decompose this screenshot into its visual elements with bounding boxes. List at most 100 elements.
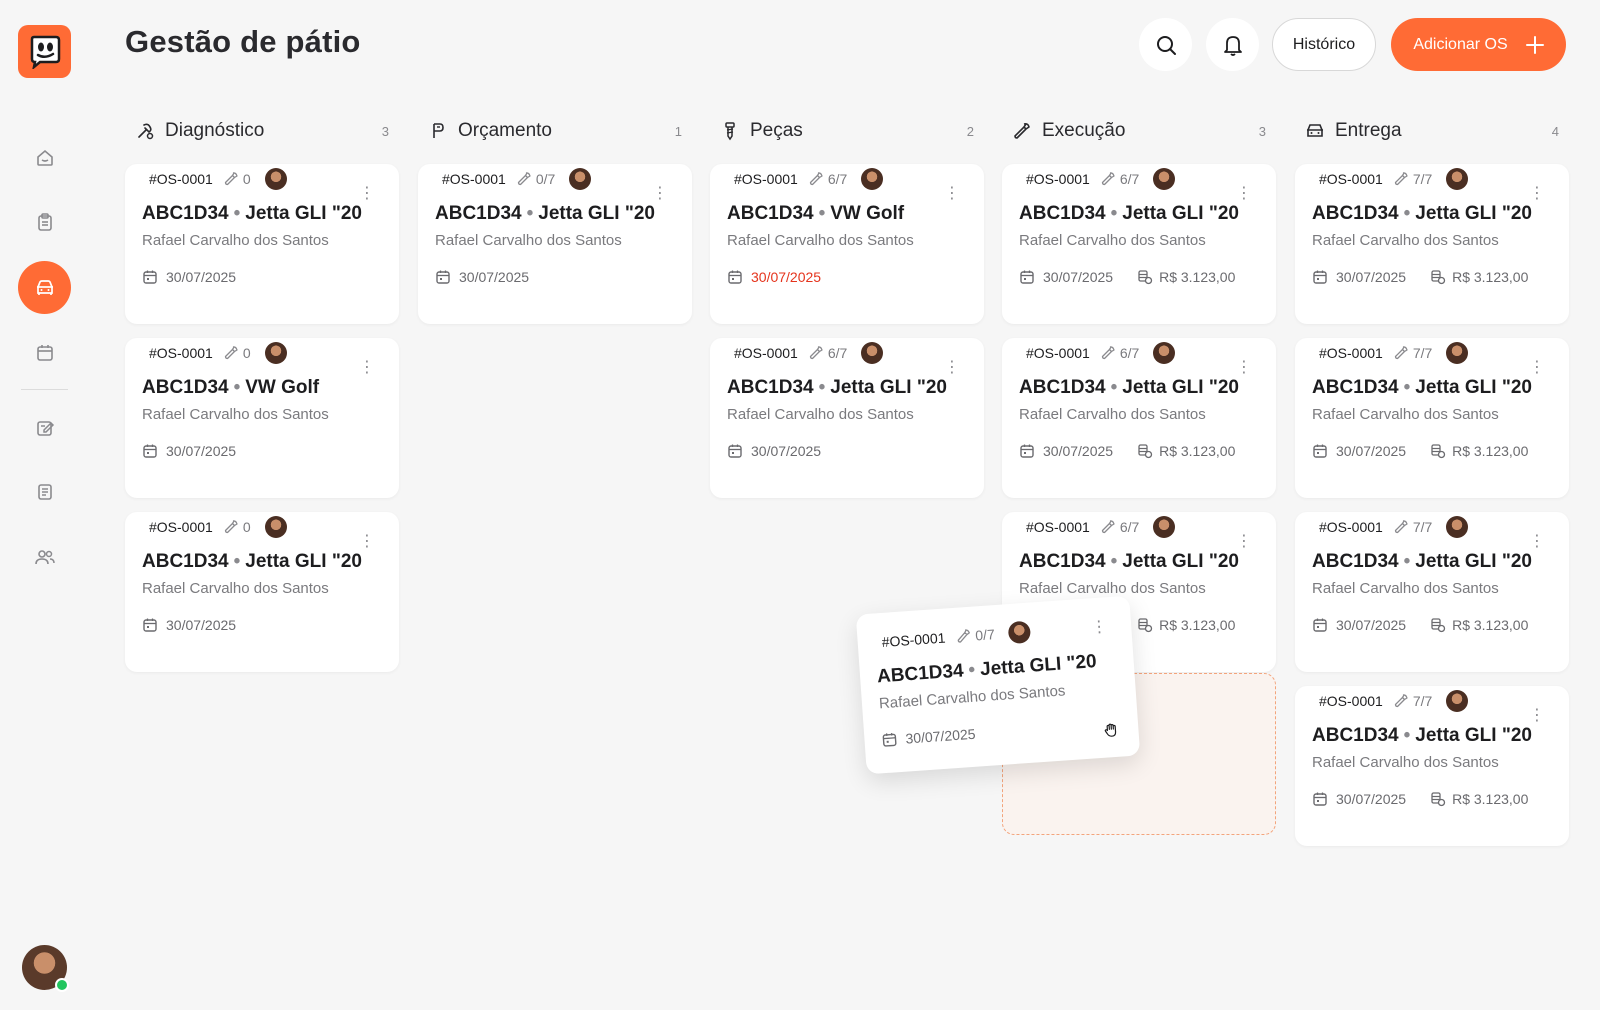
card-menu-button[interactable]: ⋮ <box>1529 534 1545 550</box>
os-card[interactable]: #OS-0001 0/7 ⋮ ABC1D34 • Jetta GLI "20 Raf… <box>418 164 692 324</box>
os-card[interactable]: #OS-0001 7/7 ⋮ ABC1D34 • Jetta GLI "20 Raf… <box>1295 686 1569 846</box>
card-title: ABC1D34 • Jetta GLI "20 <box>1312 551 1552 573</box>
column-cards: #OS-0001 6/7 ⋮ ABC1D34 • Jetta GLI "20 Raf… <box>1002 164 1276 672</box>
card-menu-button[interactable]: ⋮ <box>652 186 668 202</box>
os-card[interactable]: #OS-0001 6/7 ⋮ ABC1D34 • Jetta GLI "20 Raf… <box>1002 338 1276 498</box>
card-footer: 30/07/2025 R$ 3.123,00 <box>1312 443 1552 459</box>
os-card[interactable]: #OS-0001 6/7 ⋮ ABC1D34 • VW Golf Rafael Ca… <box>710 164 984 324</box>
column-4: Entrega 4 #OS-0001 7/7 ⋮ ABC1D34 • Jetta G… <box>1295 115 1569 855</box>
tools-progress: 6/7 <box>808 345 847 361</box>
vehicle-owner: Rafael Carvalho dos Santos <box>142 232 329 249</box>
card-footer: 30/07/2025 R$ 3.123,00 <box>1019 443 1259 459</box>
card-menu-button[interactable]: ⋮ <box>359 186 375 202</box>
nav-users[interactable] <box>18 530 71 583</box>
calendar-small-icon <box>436 270 450 284</box>
os-id: #OS-0001 <box>1026 345 1090 361</box>
calendar-small-icon <box>143 270 157 284</box>
coins-icon <box>1138 444 1153 459</box>
due-date: 30/07/2025 <box>1336 443 1407 459</box>
vehicle-plate: ABC1D34 <box>142 203 229 224</box>
nav-calendar[interactable] <box>18 326 71 379</box>
mechanic-avatar <box>264 342 287 364</box>
os-card[interactable]: #OS-0001 6/7 ⋮ ABC1D34 • Jetta GLI "20 Raf… <box>1002 164 1276 324</box>
os-card[interactable]: #OS-0001 7/7 ⋮ ABC1D34 • Jetta GLI "20 Raf… <box>1295 164 1569 324</box>
card-menu-button[interactable]: ⋮ <box>1236 534 1252 550</box>
card-header: #OS-0001 0 <box>142 512 382 542</box>
vehicle-owner: Rafael Carvalho dos Santos <box>1312 406 1499 423</box>
mechanic-avatar <box>264 516 287 538</box>
os-id: #OS-0001 <box>1026 171 1090 187</box>
nav-documents[interactable] <box>18 465 71 518</box>
user-avatar[interactable] <box>22 945 69 992</box>
card-menu-button[interactable]: ⋮ <box>359 360 375 376</box>
card-header: #OS-0001 6/7 <box>727 338 967 368</box>
notifications-button[interactable] <box>1206 18 1259 71</box>
card-menu-button[interactable]: ⋮ <box>1529 186 1545 202</box>
screw-icon <box>720 121 740 141</box>
card-menu-button[interactable]: ⋮ <box>1529 708 1545 724</box>
os-id: #OS-0001 <box>149 171 213 187</box>
os-card[interactable]: #OS-0001 0 ⋮ ABC1D34 • VW Golf Rafael Carv… <box>125 338 399 498</box>
separator-dot: • <box>233 377 241 398</box>
due-date: 30/07/2025 <box>1336 269 1407 285</box>
nav-home[interactable] <box>18 131 71 184</box>
vehicle-owner: Rafael Carvalho dos Santos <box>1312 232 1499 249</box>
history-button[interactable]: Histórico <box>1272 18 1376 71</box>
card-price: R$ 3.123,00 <box>1430 443 1528 459</box>
page-title: Gestão de pátio <box>125 24 361 59</box>
os-card[interactable]: #OS-0001 7/7 ⋮ ABC1D34 • Jetta GLI "20 Raf… <box>1295 512 1569 672</box>
app-logo[interactable] <box>18 25 71 78</box>
calendar-small-icon <box>1020 444 1034 458</box>
os-id: #OS-0001 <box>1319 345 1383 361</box>
card-menu-button[interactable]: ⋮ <box>1091 618 1108 636</box>
vehicle-plate: ABC1D34 <box>727 203 814 224</box>
search-button[interactable] <box>1139 18 1192 71</box>
nav-clipboard[interactable] <box>18 195 71 248</box>
vehicle-model: Jetta GLI "20 <box>1415 203 1532 224</box>
column-title: Orçamento <box>458 120 552 141</box>
nav-edit-notes[interactable] <box>18 401 71 454</box>
os-card[interactable]: #OS-0001 0/7 ⋮ ABC1D34 • Jetta GLI "20 Raf… <box>855 595 1141 775</box>
tools-progress: 0 <box>223 171 251 187</box>
due-date: 30/07/2025 <box>1336 617 1407 633</box>
calendar-small-icon <box>1313 792 1327 806</box>
logo-face-icon <box>30 35 60 69</box>
sidebar <box>0 0 90 1010</box>
os-card[interactable]: #OS-0001 0 ⋮ ABC1D34 • Jetta GLI "20 Rafae… <box>125 164 399 324</box>
due-date: 30/07/2025 <box>751 443 822 459</box>
os-card[interactable]: #OS-0001 0 ⋮ ABC1D34 • Jetta GLI "20 Rafae… <box>125 512 399 672</box>
coins-icon <box>1431 618 1446 633</box>
os-id: #OS-0001 <box>881 629 946 650</box>
vehicle-plate: ABC1D34 <box>727 377 814 398</box>
card-menu-button[interactable]: ⋮ <box>359 534 375 550</box>
nav-patio[interactable] <box>18 261 71 314</box>
card-footer: 30/07/2025 R$ 3.123,00 <box>1312 617 1552 633</box>
tools-progress: 6/7 <box>808 171 847 187</box>
card-menu-button[interactable]: ⋮ <box>944 360 960 376</box>
coins-icon <box>1431 270 1446 285</box>
vehicle-owner: Rafael Carvalho dos Santos <box>142 406 329 423</box>
calendar-small-icon <box>882 732 897 747</box>
vehicle-model: Jetta GLI "20 <box>979 651 1098 681</box>
card-footer: 30/07/2025 <box>727 443 967 459</box>
card-footer: 30/07/2025 R$ 3.123,00 <box>1312 791 1552 807</box>
mechanic-avatar <box>1446 690 1469 712</box>
card-menu-button[interactable]: ⋮ <box>1236 360 1252 376</box>
card-menu-button[interactable]: ⋮ <box>944 186 960 202</box>
mechanic-avatar <box>1007 620 1032 645</box>
add-os-button[interactable]: Adicionar OS <box>1391 18 1566 71</box>
separator-dot: • <box>233 551 241 572</box>
separator-dot: • <box>1110 377 1118 398</box>
card-menu-button[interactable]: ⋮ <box>1529 360 1545 376</box>
card-title: ABC1D34 • Jetta GLI "20 <box>435 203 675 225</box>
card-footer: 30/07/2025 <box>727 269 967 285</box>
vehicle-owner: Rafael Carvalho dos Santos <box>727 406 914 423</box>
card-menu-button[interactable]: ⋮ <box>1236 186 1252 202</box>
card-header: #OS-0001 6/7 <box>1019 512 1259 542</box>
column-0: Diagnóstico 3 #OS-0001 0 ⋮ ABC1D34 • Jetta… <box>125 115 399 681</box>
os-card[interactable]: #OS-0001 6/7 ⋮ ABC1D34 • Jetta GLI "20 Raf… <box>710 338 984 498</box>
os-id: #OS-0001 <box>1319 171 1383 187</box>
calendar-small-icon <box>143 618 157 632</box>
mechanic-avatar <box>1153 168 1176 190</box>
os-card[interactable]: #OS-0001 7/7 ⋮ ABC1D34 • Jetta GLI "20 Raf… <box>1295 338 1569 498</box>
